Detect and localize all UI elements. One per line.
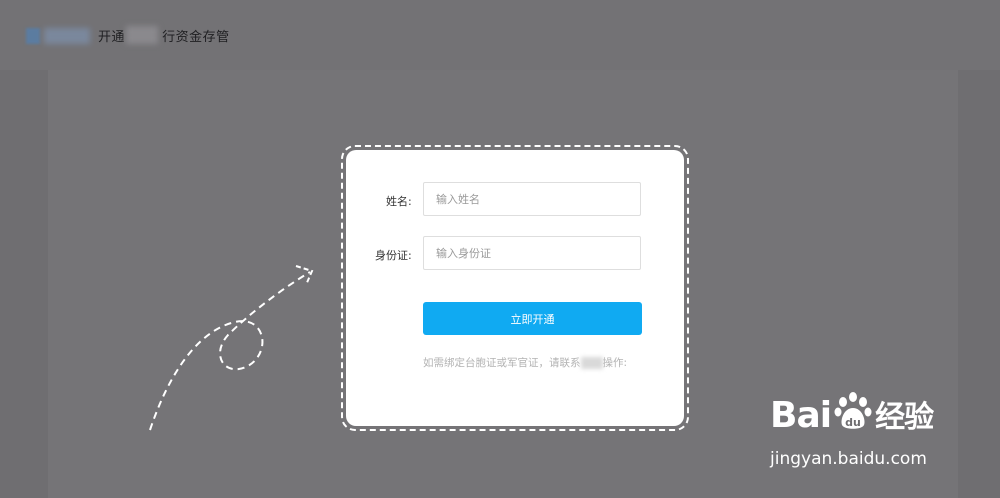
blurred-bank-name bbox=[126, 26, 158, 44]
bank-logo-text-blurred bbox=[44, 28, 90, 44]
watermark-brand-right: 经验 bbox=[875, 400, 934, 435]
paw-icon: du bbox=[834, 392, 872, 436]
id-card-label: 身份证: bbox=[375, 249, 412, 262]
watermark-url: jingyan.baidu.com bbox=[770, 449, 927, 469]
page-title-prefix: 开通 bbox=[98, 30, 126, 45]
open-now-button[interactable]: 立即开通 bbox=[423, 302, 642, 335]
watermark-brand-left: Bai bbox=[770, 395, 832, 436]
help-note-suffix: 操作: bbox=[602, 357, 628, 369]
bank-logo-icon bbox=[26, 28, 40, 44]
help-note-prefix: 如需绑定台胞证或军官证，请联系 bbox=[423, 357, 581, 369]
blurred-contact bbox=[580, 357, 603, 369]
svg-text:du: du bbox=[845, 416, 861, 429]
page-title-suffix: 行资金存管 bbox=[162, 30, 230, 45]
help-note: 如需绑定台胞证或军官证，请联系 操作: bbox=[423, 355, 628, 371]
name-label: 姓名: bbox=[386, 195, 412, 208]
name-input[interactable] bbox=[423, 182, 641, 216]
id-card-input[interactable] bbox=[423, 236, 641, 270]
baidu-jingyan-watermark: Bai du 经验 jingyan.baidu.com bbox=[770, 392, 934, 469]
page-title: 开通 行资金存管 bbox=[98, 26, 230, 45]
dashed-arrow-annotation bbox=[149, 265, 314, 431]
